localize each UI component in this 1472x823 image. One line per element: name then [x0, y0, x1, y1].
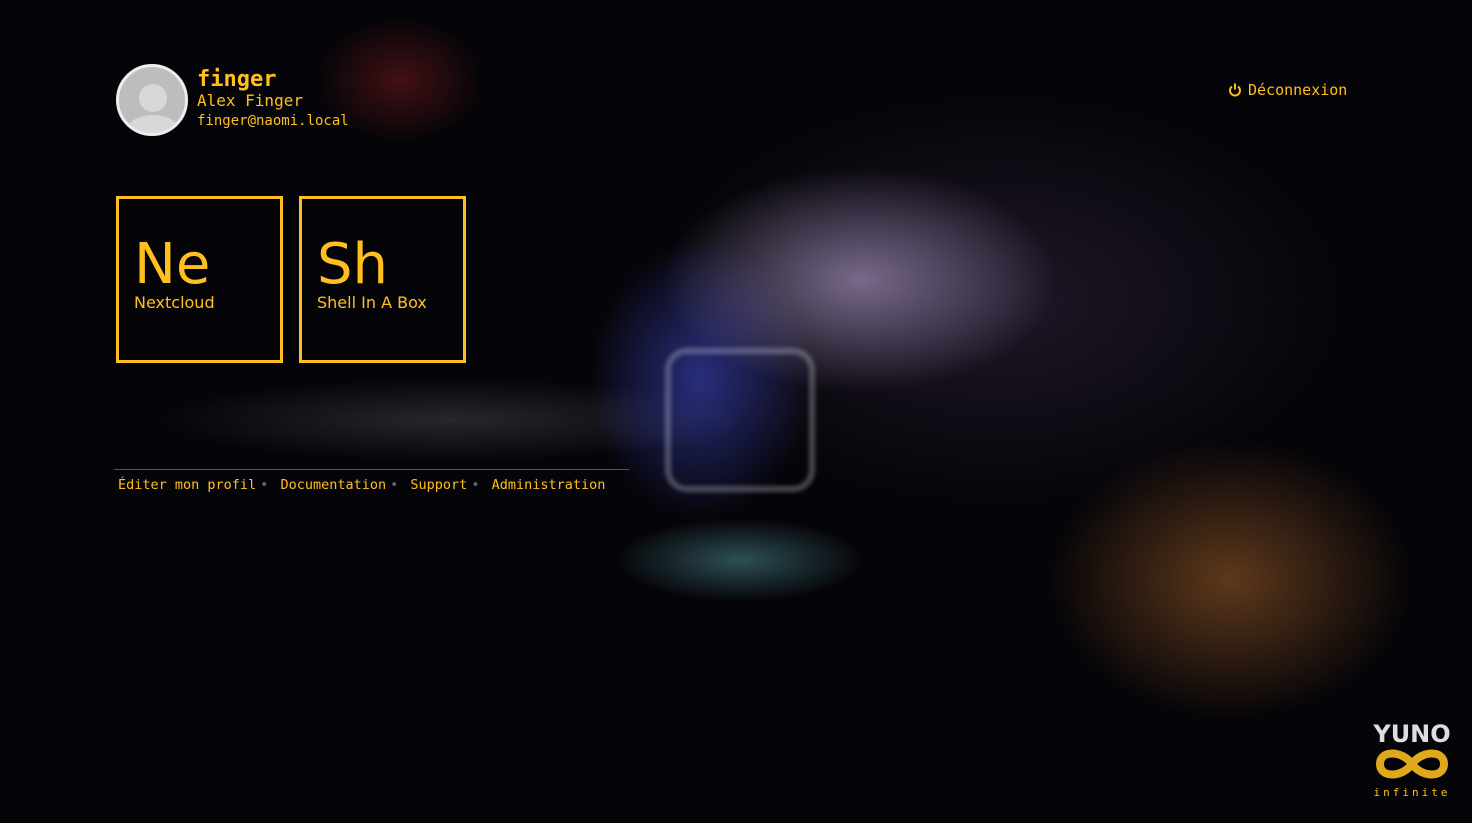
- background-decoration: [665, 348, 815, 492]
- administration-link[interactable]: Administration: [492, 477, 606, 493]
- documentation-link[interactable]: Documentation: [280, 477, 386, 493]
- app-tiles: Ne Nextcloud Sh Shell In A Box: [116, 196, 466, 363]
- app-name: Nextcloud: [134, 293, 215, 312]
- power-icon: [1229, 83, 1241, 97]
- avatar: [116, 64, 188, 136]
- logout-button[interactable]: Déconnexion: [1228, 81, 1347, 99]
- footer-links: Éditer mon profil • Documentation • Suppor…: [114, 469, 629, 493]
- infinity-icon: [1375, 749, 1449, 779]
- edit-profile-link[interactable]: Éditer mon profil: [118, 477, 256, 493]
- app-tile-shellinabox[interactable]: Sh Shell In A Box: [299, 196, 466, 363]
- app-abbr: Sh: [317, 232, 389, 297]
- logo-subtitle: infinite: [1373, 786, 1451, 799]
- app-name: Shell In A Box: [317, 293, 427, 312]
- separator: •: [471, 477, 480, 493]
- yunohost-logo[interactable]: YUNO infinite: [1370, 722, 1454, 799]
- support-link[interactable]: Support: [410, 477, 467, 493]
- separator: •: [390, 477, 399, 493]
- separator: •: [260, 477, 269, 493]
- username: finger: [197, 67, 277, 92]
- app-abbr: Ne: [134, 232, 211, 297]
- email: finger@naomi.local: [197, 113, 349, 129]
- app-tile-nextcloud[interactable]: Ne Nextcloud: [116, 196, 283, 363]
- full-name: Alex Finger: [197, 91, 303, 110]
- logo-text: YUNO: [1373, 720, 1451, 748]
- logout-label: Déconnexion: [1248, 81, 1348, 99]
- user-card: finger Alex Finger finger@naomi.local: [116, 64, 349, 136]
